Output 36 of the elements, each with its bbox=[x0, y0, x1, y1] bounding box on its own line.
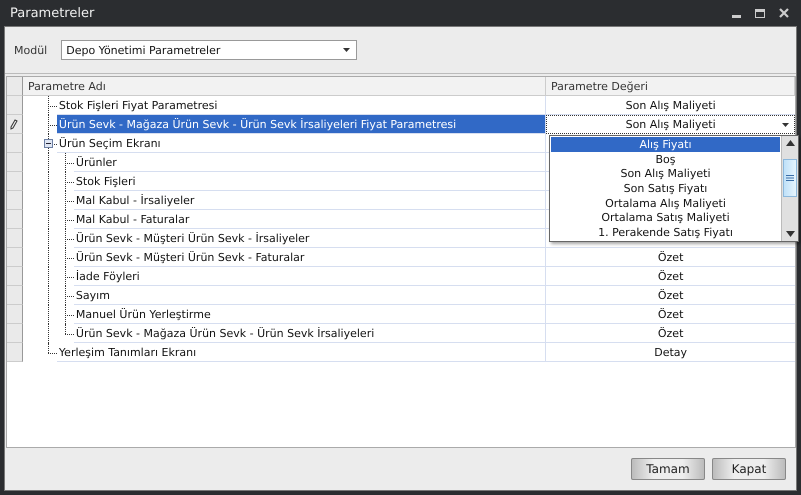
column-header[interactable]: Parametre Adı bbox=[22, 77, 546, 96]
scrollbar-thumb[interactable] bbox=[783, 158, 797, 196]
parameter-value: Özet bbox=[658, 250, 684, 264]
module-label: Modül bbox=[14, 44, 48, 56]
row-indicator[interactable] bbox=[7, 115, 23, 134]
caret-icon bbox=[343, 48, 350, 52]
parameter-value: Özet bbox=[658, 308, 684, 320]
parameter-value: Özet bbox=[658, 270, 684, 282]
caret-icon bbox=[782, 122, 789, 126]
parameter-name[interactable]: Ürün Seçim Ekranı bbox=[56, 134, 546, 153]
value-dropdown[interactable]: Son Alış Maliyeti bbox=[546, 115, 795, 134]
parameter-name[interactable]: Mal Kabul - İrsaliyeler bbox=[74, 191, 546, 210]
parameter-name[interactable]: Ürün Sevk - Mağaza Ürün Sevk - Ürün Sevk İrsaliyeleri bbox=[74, 324, 546, 343]
ok-button[interactable]: Tamam bbox=[631, 458, 705, 480]
pencil-icon bbox=[10, 118, 18, 130]
scroll-down-icon[interactable] bbox=[786, 231, 794, 237]
scroll-up-icon[interactable] bbox=[786, 140, 794, 146]
close-button[interactable]: Kapat bbox=[712, 458, 786, 480]
parameter-name[interactable]: Ürün Sevk - Müşteri Ürün Sevk - Faturalar bbox=[74, 248, 546, 267]
maximize-icon[interactable] bbox=[755, 8, 765, 18]
parameter-name[interactable]: Ürünler bbox=[74, 153, 546, 172]
parameter-value: Özet bbox=[658, 288, 684, 302]
column-header[interactable]: Parametre Değeri bbox=[546, 77, 795, 96]
parameter-name[interactable]: Manuel Ürün Yerleştirme bbox=[74, 305, 546, 324]
parameter-name[interactable]: Ürün Sevk - Müşteri Ürün Sevk - İrsaliyeler bbox=[74, 229, 546, 248]
parameter-value: Detay bbox=[654, 346, 688, 358]
dropdown-option[interactable]: Alış Fiyatı bbox=[551, 137, 780, 152]
parameter-name[interactable]: Ürün Sevk - Mağaza Ürün Sevk - Ürün Sevk İrsaliyeleri Fiyat Parametresi bbox=[56, 115, 546, 134]
module-dropdown[interactable]: Depo Yönetimi Parametreler bbox=[61, 40, 358, 60]
parameter-value: Özet bbox=[658, 326, 684, 340]
parameter-name[interactable]: İade Föyleri bbox=[74, 267, 546, 286]
close-icon[interactable] bbox=[779, 8, 789, 18]
dropdown-option[interactable]: Boş bbox=[551, 152, 780, 166]
collapse-icon[interactable] bbox=[44, 139, 53, 148]
parameter-value: Son Alış Maliyeti bbox=[626, 98, 716, 112]
window-title: Parametreler bbox=[10, 6, 94, 20]
